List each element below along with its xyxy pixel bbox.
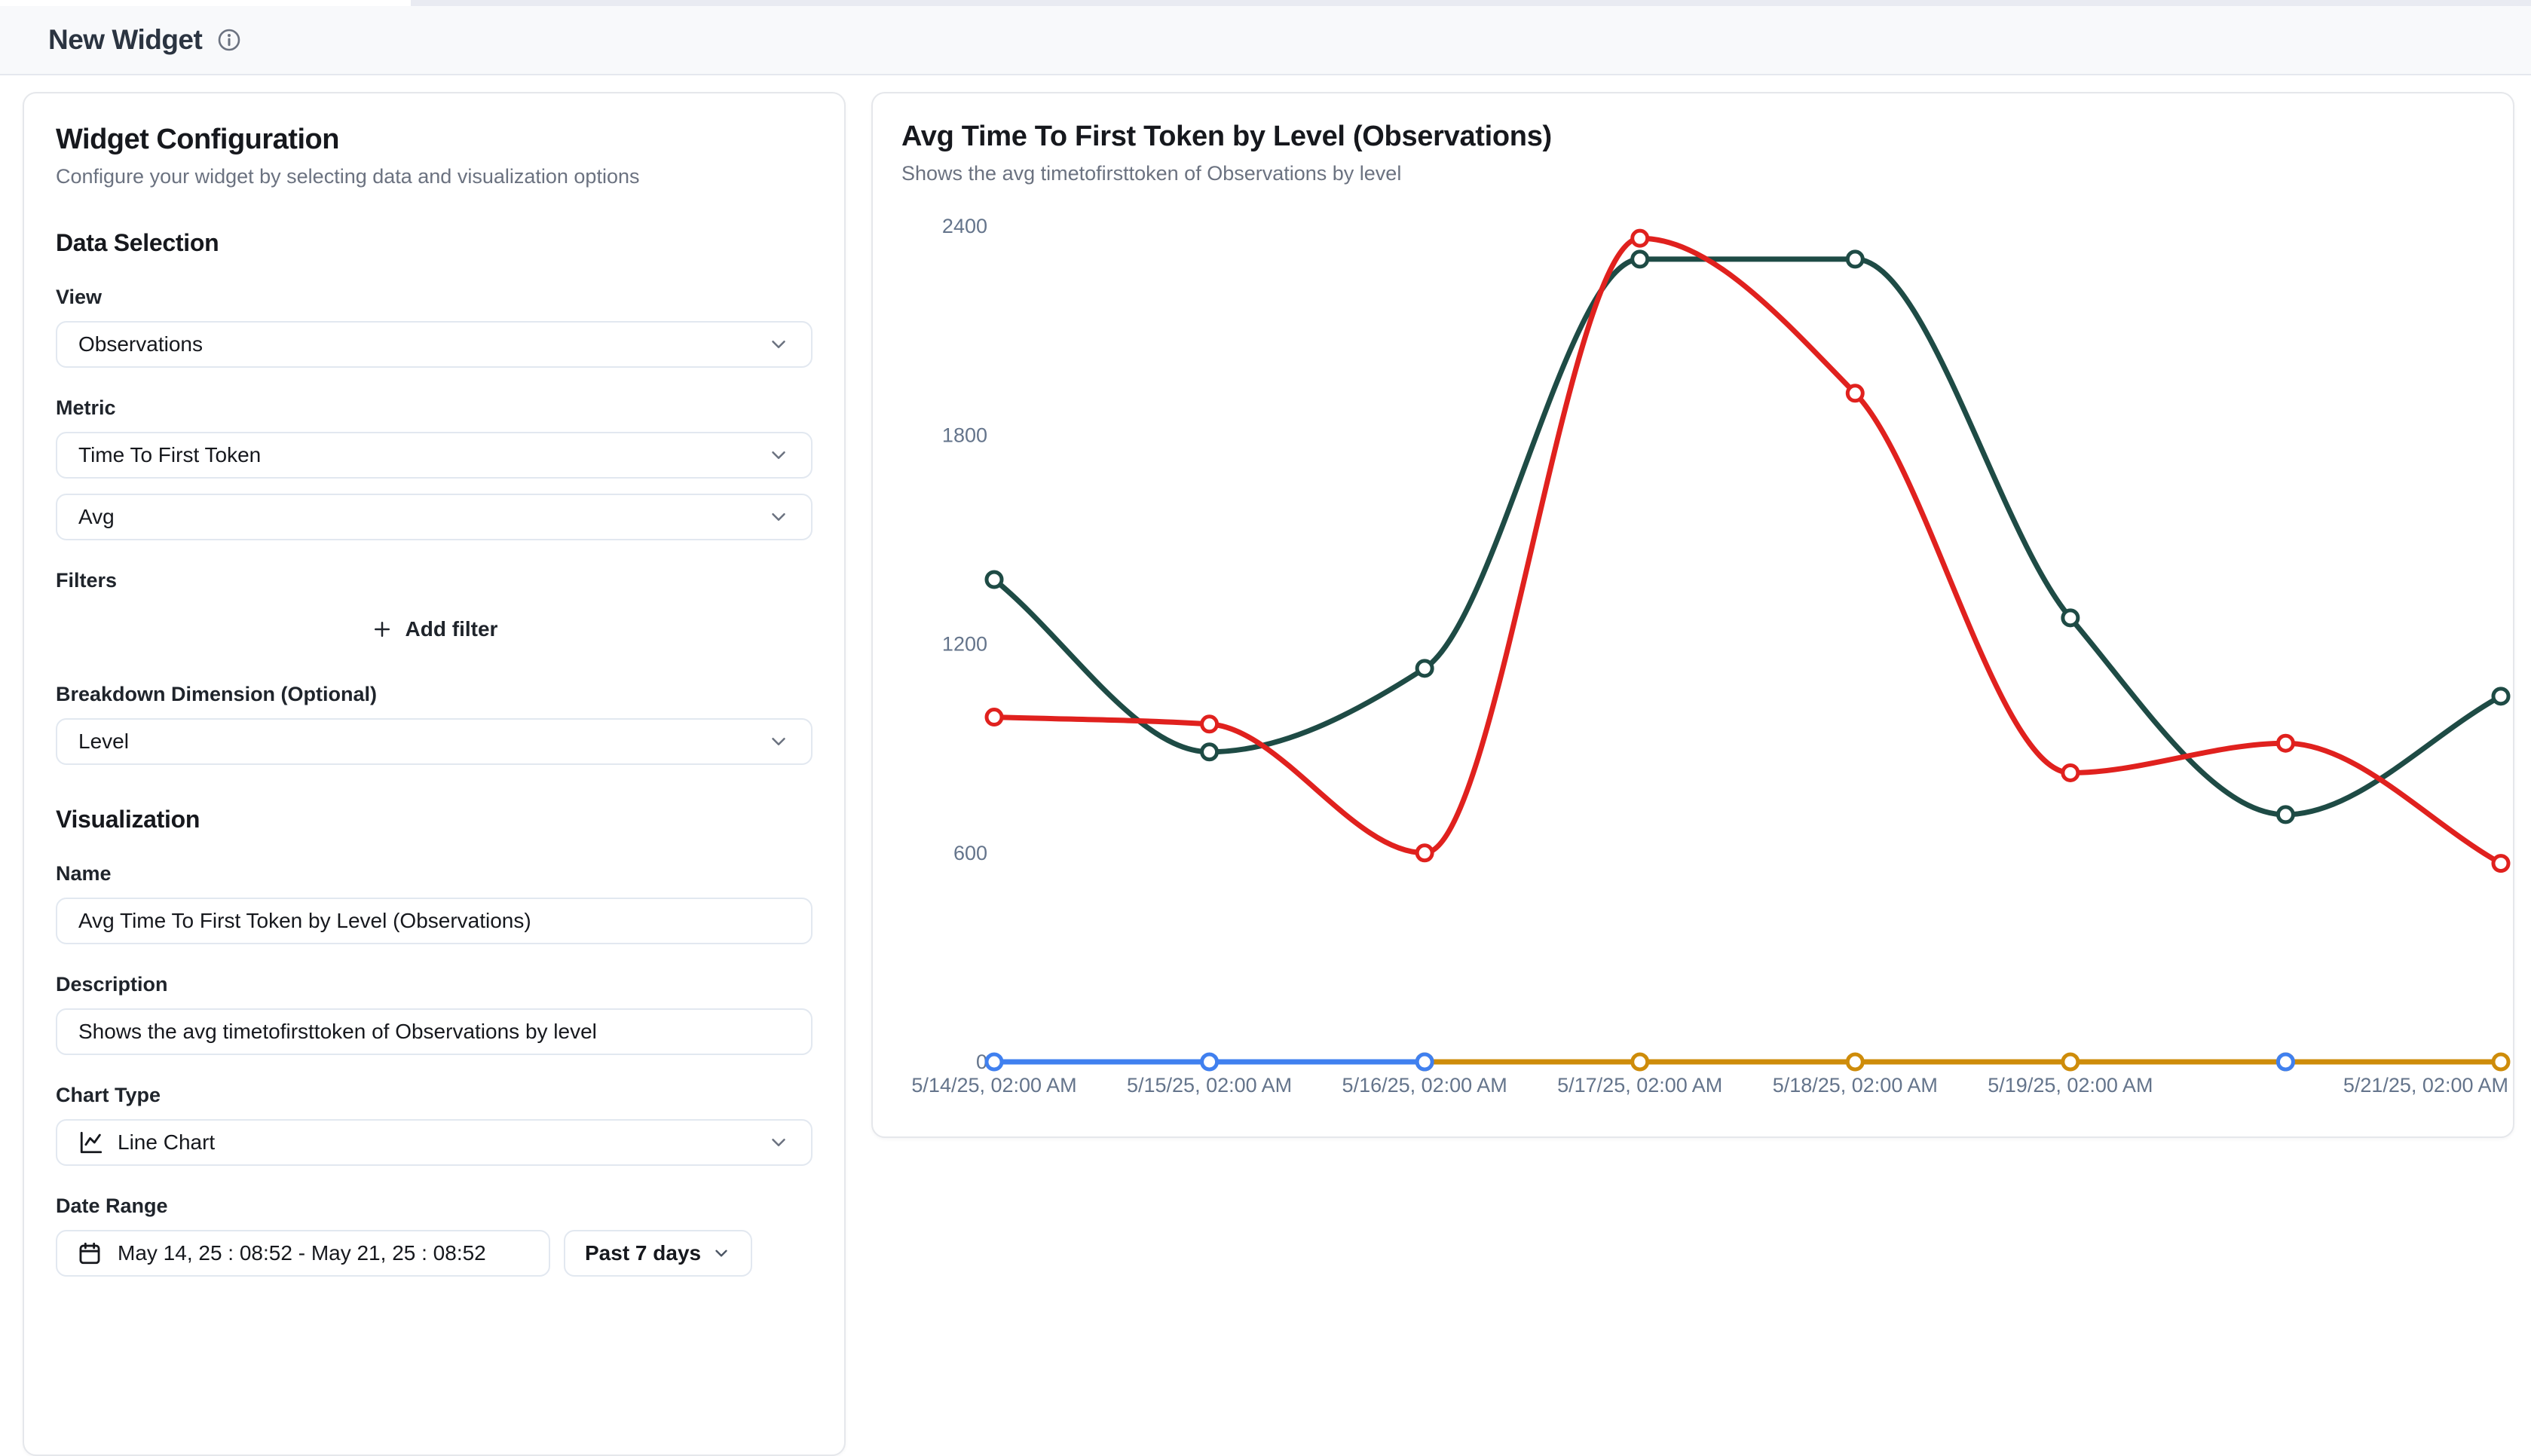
data-point[interactable]: [1847, 252, 1862, 267]
info-icon[interactable]: [217, 28, 241, 52]
data-point[interactable]: [2278, 807, 2293, 822]
data-point[interactable]: [1633, 231, 1648, 246]
data-point[interactable]: [2493, 1054, 2508, 1069]
data-point[interactable]: [1417, 846, 1432, 861]
chevron-down-icon: [712, 1243, 731, 1263]
page-title: New Widget: [48, 24, 202, 56]
svg-text:5/19/25, 02:00 AM: 5/19/25, 02:00 AM: [1988, 1074, 2153, 1097]
date-preset-value: Past 7 days: [585, 1241, 701, 1265]
breakdown-label: Breakdown Dimension (Optional): [56, 683, 813, 706]
window-top-strip: [0, 0, 2531, 6]
aggregation-select[interactable]: Avg: [56, 494, 813, 540]
data-point[interactable]: [1202, 1054, 1217, 1069]
chart-type-select[interactable]: Line Chart: [56, 1119, 813, 1166]
svg-text:5/15/25, 02:00 AM: 5/15/25, 02:00 AM: [1127, 1074, 1292, 1097]
plus-icon: [371, 618, 393, 641]
data-point[interactable]: [987, 710, 1002, 725]
data-point[interactable]: [2278, 736, 2293, 751]
widget-configuration-panel: Widget Configuration Configure your widg…: [23, 92, 846, 1456]
svg-text:600: 600: [953, 842, 987, 864]
svg-text:1200: 1200: [942, 633, 987, 656]
data-point[interactable]: [2493, 689, 2508, 704]
aggregation-select-value: Avg: [78, 505, 115, 529]
chevron-down-icon: [767, 506, 790, 528]
x-axis: 5/14/25, 02:00 AM 5/15/25, 02:00 AM 5/16/2…: [911, 1074, 2508, 1097]
metric-label: Metric: [56, 396, 813, 420]
data-point[interactable]: [987, 572, 1002, 587]
date-range-value: May 14, 25 : 08:52 - May 21, 25 : 08:52: [118, 1241, 486, 1265]
view-select-value: Observations: [78, 332, 203, 356]
svg-text:5/14/25, 02:00 AM: 5/14/25, 02:00 AM: [911, 1074, 1076, 1097]
config-subheading: Configure your widget by selecting data …: [56, 165, 813, 188]
date-range-label: Date Range: [56, 1194, 813, 1218]
chevron-down-icon: [767, 730, 790, 753]
line-chart[interactable]: 06001200180024005/14/25, 02:00 AM5/15/25…: [873, 93, 2513, 1136]
date-range-button[interactable]: May 14, 25 : 08:52 - May 21, 25 : 08:52: [56, 1230, 550, 1277]
chart-preview-panel: Avg Time To First Token by Level (Observ…: [871, 92, 2514, 1138]
chevron-down-icon: [767, 444, 790, 466]
breakdown-select-value: Level: [78, 730, 129, 754]
data-point[interactable]: [1202, 745, 1217, 760]
metric-select[interactable]: Time To First Token: [56, 432, 813, 479]
data-point[interactable]: [2493, 856, 2508, 871]
data-point[interactable]: [1847, 1054, 1862, 1069]
y-axis: 0600120018002400: [942, 215, 987, 1073]
view-select[interactable]: Observations: [56, 321, 813, 368]
data-point[interactable]: [1202, 717, 1217, 732]
chart-type-label: Chart Type: [56, 1084, 813, 1107]
widget-name-input[interactable]: [56, 898, 813, 944]
line-chart-icon: [78, 1130, 104, 1155]
chevron-down-icon: [767, 333, 790, 356]
add-filter-label: Add filter: [406, 617, 498, 641]
date-preset-button[interactable]: Past 7 days: [564, 1230, 752, 1277]
data-point[interactable]: [2063, 765, 2078, 780]
add-filter-button[interactable]: Add filter: [56, 604, 813, 654]
data-point[interactable]: [1633, 1054, 1648, 1069]
data-point[interactable]: [2063, 1054, 2078, 1069]
data-point[interactable]: [1847, 386, 1862, 401]
series-red: [987, 231, 2508, 870]
data-point[interactable]: [987, 1054, 1002, 1069]
svg-text:5/21/25, 02:00 AM: 5/21/25, 02:00 AM: [2343, 1074, 2508, 1097]
data-selection-heading: Data Selection: [56, 229, 813, 257]
calendar-icon: [77, 1240, 103, 1266]
data-point[interactable]: [2278, 1054, 2293, 1069]
widget-description-input[interactable]: [56, 1008, 813, 1055]
chart-type-select-value: Line Chart: [118, 1130, 215, 1155]
visualization-heading: Visualization: [56, 806, 813, 834]
config-heading: Widget Configuration: [56, 124, 813, 156]
svg-text:1800: 1800: [942, 424, 987, 446]
data-point[interactable]: [1417, 661, 1432, 676]
date-range-row: May 14, 25 : 08:52 - May 21, 25 : 08:52 …: [56, 1230, 813, 1277]
data-point[interactable]: [1417, 1054, 1432, 1069]
metric-select-value: Time To First Token: [78, 443, 261, 467]
svg-text:5/18/25, 02:00 AM: 5/18/25, 02:00 AM: [1773, 1074, 1938, 1097]
page-header: New Widget: [0, 6, 2531, 75]
breakdown-select[interactable]: Level: [56, 718, 813, 765]
svg-text:5/17/25, 02:00 AM: 5/17/25, 02:00 AM: [1557, 1074, 1722, 1097]
data-point[interactable]: [1633, 252, 1648, 267]
svg-text:5/16/25, 02:00 AM: 5/16/25, 02:00 AM: [1342, 1074, 1507, 1097]
filters-label: Filters: [56, 569, 813, 592]
data-point[interactable]: [2063, 610, 2078, 626]
name-label: Name: [56, 862, 813, 886]
view-label: View: [56, 286, 813, 309]
svg-text:2400: 2400: [942, 215, 987, 237]
series-orange: [1417, 1054, 2508, 1069]
description-label: Description: [56, 973, 813, 996]
chevron-down-icon: [767, 1131, 790, 1154]
